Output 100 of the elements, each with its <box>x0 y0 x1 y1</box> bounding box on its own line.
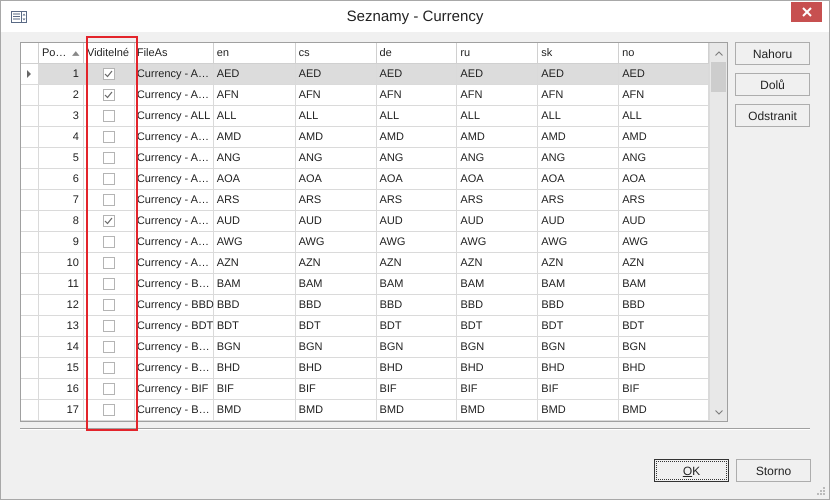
table-cell: 13 <box>38 316 84 337</box>
table-cell: Currency - BDT <box>134 316 214 337</box>
table-cell: AFN <box>376 85 458 106</box>
dialog-button[interactable]: Storno <box>736 459 811 482</box>
table-row[interactable]: 14 Currency - B… BGN BGN BGN BGN BGN BGN <box>21 337 710 358</box>
checkbox[interactable] <box>102 89 115 101</box>
table-cell: Currency - BIF <box>134 379 214 400</box>
side-button[interactable]: Nahoru <box>735 42 810 65</box>
table-cell: 7 <box>38 190 84 211</box>
checkbox[interactable] <box>102 362 115 374</box>
checkbox[interactable] <box>102 278 115 290</box>
table-cell: Currency - B… <box>134 274 214 295</box>
column-header[interactable]: no <box>619 43 709 64</box>
table-row[interactable]: 17 Currency - B… BMD BMD BMD BMD BMD BMD <box>21 400 710 421</box>
table-cell: Currency - A… <box>134 190 214 211</box>
table-row[interactable]: 2 Currency - A… AFN AFN AFN AFN AFN AFN <box>21 85 710 106</box>
close-button[interactable] <box>791 2 822 22</box>
table-cell: BIF <box>214 379 296 400</box>
table-row[interactable]: 16 Currency - BIF BIF BIF BIF BIF BIF BIF <box>21 379 710 400</box>
column-header[interactable]: ru <box>457 43 538 64</box>
column-header[interactable]: cs <box>296 43 377 64</box>
table-row[interactable]: 13 Currency - BDT BDT BDT BDT BDT BDT BDT <box>21 316 710 337</box>
scroll-thumb[interactable] <box>711 62 726 92</box>
column-header[interactable]: de <box>376 43 458 64</box>
checkbox[interactable] <box>102 236 115 248</box>
table-cell: Currency - A… <box>134 64 214 85</box>
checkbox[interactable] <box>102 110 115 122</box>
side-button[interactable]: Odstranit <box>735 104 810 127</box>
table-cell: AWG <box>619 232 710 253</box>
table-cell: ALL <box>619 106 710 127</box>
dialog-button[interactable]: OK <box>654 459 729 482</box>
checkbox[interactable] <box>102 341 115 353</box>
table-cell: BGN <box>296 337 377 358</box>
table-row[interactable]: 5 Currency - A… ANG ANG ANG ANG ANG ANG <box>21 148 710 169</box>
table-cell: Currency - A… <box>134 169 214 190</box>
checkbox[interactable] <box>102 404 115 416</box>
table-cell: BIF <box>619 379 710 400</box>
table-cell: AWG <box>214 232 296 253</box>
column-header[interactable]: sk <box>538 43 620 64</box>
table-cell: BAM <box>214 274 296 295</box>
table-cell: BGN <box>214 337 296 358</box>
table-row[interactable]: 1 Currency - A… AED AED AED AED AED AED <box>21 64 710 85</box>
column-header[interactable]: Viditelné <box>84 43 135 64</box>
table-cell: BHD <box>538 358 620 379</box>
table-cell: Currency - B… <box>134 400 214 421</box>
table-cell: BAM <box>619 274 710 295</box>
table-cell: Currency - A… <box>134 127 214 148</box>
checkbox[interactable] <box>102 173 115 185</box>
table-row[interactable]: 9 Currency - A… AWG AWG AWG AWG AWG AWG <box>21 232 710 253</box>
table-cell: Currency - B… <box>134 358 214 379</box>
checkbox[interactable] <box>102 152 115 164</box>
table-cell: AED <box>376 64 458 85</box>
scrollbar[interactable] <box>709 43 727 421</box>
checkbox[interactable] <box>102 215 115 227</box>
checkbox[interactable] <box>102 320 115 332</box>
column-header[interactable]: en <box>214 43 296 64</box>
table-cell: AOA <box>376 169 458 190</box>
table-row[interactable]: 10 Currency - A… AZN AZN AZN AZN AZN AZN <box>21 253 710 274</box>
side-button[interactable]: Dolů <box>735 73 810 96</box>
table-cell: AED <box>457 64 538 85</box>
table-row[interactable]: 6 Currency - A… AOA AOA AOA AOA AOA AOA <box>21 169 710 190</box>
table-cell: BAM <box>296 274 377 295</box>
table-cell: AED <box>538 64 620 85</box>
table-cell: AUD <box>538 211 620 232</box>
table-row[interactable]: 15 Currency - B… BHD BHD BHD BHD BHD BHD <box>21 358 710 379</box>
table-cell: ALL <box>214 106 296 127</box>
table-cell: BMD <box>376 400 458 421</box>
table-cell: AMD <box>538 127 620 148</box>
resize-grip-icon[interactable] <box>817 487 825 495</box>
table-cell: AOA <box>457 169 538 190</box>
table-cell: 11 <box>38 274 84 295</box>
table-row[interactable]: 7 Currency - A… ARS ARS ARS ARS ARS ARS <box>21 190 710 211</box>
checkbox[interactable] <box>102 299 115 311</box>
table-cell: BMD <box>619 400 710 421</box>
table-cell: AED <box>296 64 377 85</box>
table-cell: AMD <box>296 127 377 148</box>
scroll-up-icon[interactable] <box>714 51 723 56</box>
column-header[interactable]: FileAs <box>134 43 214 64</box>
table-cell: AMD <box>214 127 296 148</box>
table-row[interactable]: 4 Currency - A… AMD AMD AMD AMD AMD AMD <box>21 127 710 148</box>
checkbox[interactable] <box>102 383 115 395</box>
checkbox[interactable] <box>102 194 115 206</box>
close-icon <box>802 7 812 17</box>
table-cell: AOA <box>214 169 296 190</box>
table-row[interactable]: 3 Currency - ALL ALL ALL ALL ALL ALL ALL <box>21 106 710 127</box>
scroll-down-icon[interactable] <box>714 410 723 415</box>
checkbox[interactable] <box>102 68 115 80</box>
checkbox[interactable] <box>102 131 115 143</box>
table-cell: BMD <box>296 400 377 421</box>
column-header[interactable]: Po… <box>38 43 84 64</box>
table-cell: AOA <box>619 169 710 190</box>
table-row[interactable]: 11 Currency - B… BAM BAM BAM BAM BAM BAM <box>21 274 710 295</box>
table-cell: Currency - A… <box>134 232 214 253</box>
table-cell: ALL <box>538 106 620 127</box>
table-cell: BHD <box>376 358 458 379</box>
table-cell: BHD <box>457 358 538 379</box>
table-row[interactable]: 12 Currency - BBD BBD BBD BBD BBD BBD BBD <box>21 295 710 316</box>
table-cell: AUD <box>214 211 296 232</box>
table-row[interactable]: 8 Currency - A… AUD AUD AUD AUD AUD AUD <box>21 211 710 232</box>
checkbox[interactable] <box>102 257 115 269</box>
